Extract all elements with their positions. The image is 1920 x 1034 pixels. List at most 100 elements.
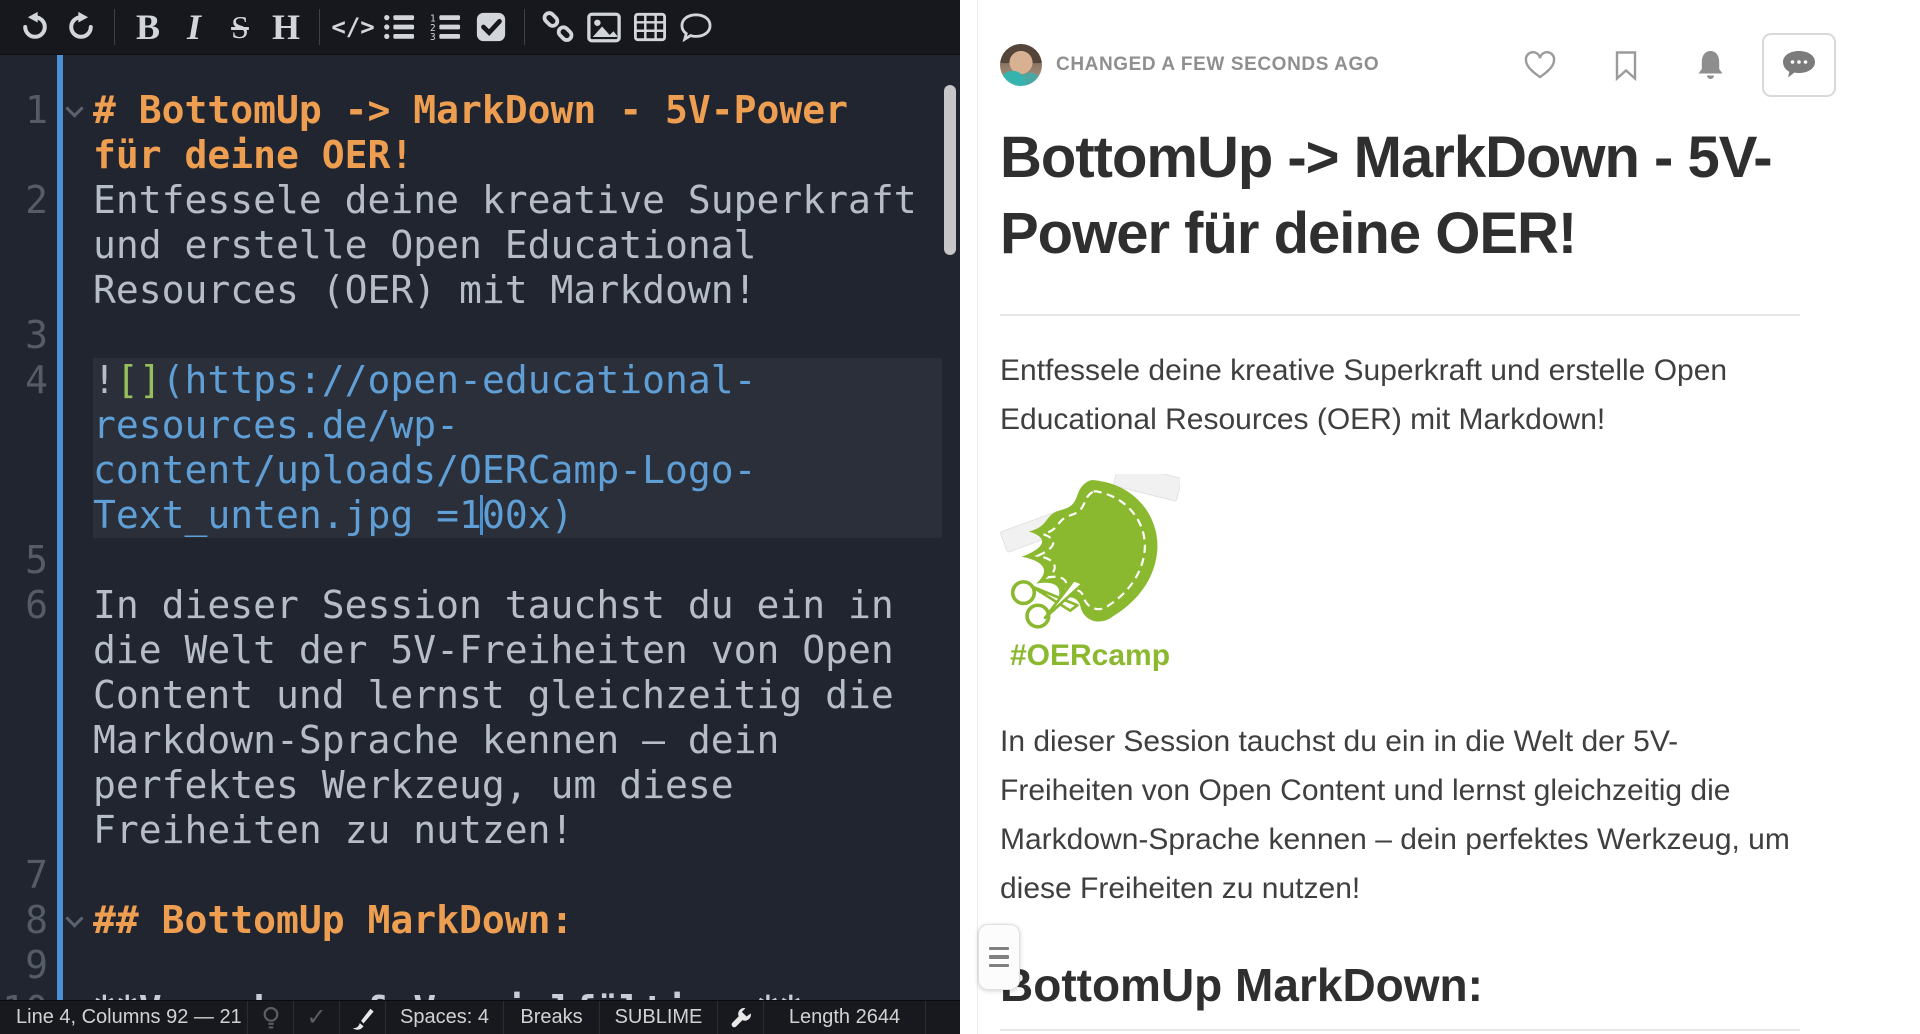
link-button[interactable] — [535, 5, 581, 49]
editor-line[interactable]: 8## BottomUp MarkDown: — [0, 898, 960, 943]
syntax-segment: ! — [93, 358, 116, 402]
editor-line-text[interactable]: # BottomUp -> MarkDown - 5V-Power für de… — [93, 88, 942, 178]
svg-text:3: 3 — [430, 32, 436, 42]
editor-line[interactable]: 10 **Verwahren & Vervielfältigen** — [0, 988, 960, 1000]
bookmark-button[interactable] — [1613, 50, 1639, 81]
toolbar-separator — [114, 9, 115, 45]
task-list-icon — [475, 11, 507, 43]
line-number: 10 — [0, 988, 48, 1000]
table-button[interactable] — [627, 5, 673, 49]
editor-line-text[interactable]: ![](https://open-educational-resources.d… — [93, 358, 942, 538]
line-number: 5 — [0, 538, 48, 583]
editor-scrollbar-thumb[interactable] — [944, 85, 956, 255]
app-window: B I S H </> 123 — [0, 0, 1920, 1034]
like-button[interactable] — [1523, 50, 1557, 80]
preview-header: CHANGED A FEW SECONDS AGO — [1000, 32, 1836, 98]
editor-toolbar: B I S H </> 123 — [0, 0, 960, 55]
editor-line[interactable]: 6 In dieser Session tauchst du ein in die… — [0, 583, 960, 853]
linebreak-setting[interactable]: Breaks — [504, 1001, 600, 1034]
theme-toggle[interactable] — [340, 1001, 386, 1034]
editor-line-text[interactable]: In dieser Session tauchst du ein in die … — [93, 583, 942, 853]
spellcheck-toggle[interactable]: ✓ — [294, 1001, 340, 1034]
code-button[interactable]: </> — [330, 5, 376, 49]
section-heading: BottomUp MarkDown: — [1000, 957, 1800, 1031]
notifications-button[interactable] — [1695, 49, 1726, 81]
editor-line-text[interactable]: **Verwahren & Vervielfältigen** — [93, 988, 942, 1000]
header-icons — [1523, 49, 1726, 81]
editor-pane: B I S H </> 123 — [0, 0, 960, 1034]
doc-length-status: Length 2644 — [764, 1001, 926, 1034]
editor-statusbar: Line 4, Columns 92 — 21 ✓ Spaces: 4 Brea… — [0, 1000, 960, 1034]
redo-button[interactable] — [58, 5, 104, 49]
last-changed-label: CHANGED A FEW SECONDS AGO — [1056, 54, 1379, 76]
image-button[interactable] — [581, 5, 627, 49]
syntax-segment: # BottomUp -> MarkDown - 5V-Power für de… — [93, 88, 871, 177]
syntax-segment: **Verwahren & Vervielfältigen** — [93, 988, 802, 1000]
check-icon: ✓ — [306, 1003, 326, 1032]
chat-bubble-icon — [1780, 49, 1818, 81]
editor-line[interactable]: 1 # BottomUp -> MarkDown - 5V-Power für d… — [0, 88, 960, 178]
fold-chevron-icon[interactable] — [65, 909, 83, 927]
undo-button[interactable] — [12, 5, 58, 49]
syntax-segment: Entfessele deine kreative Superkraft und… — [93, 178, 940, 312]
table-icon — [634, 12, 666, 42]
oercamp-flame-icon — [1000, 474, 1180, 634]
editor-line-text[interactable]: ## BottomUp MarkDown: — [93, 898, 942, 943]
lightbulb-icon — [262, 1006, 280, 1030]
hint-toggle[interactable] — [248, 1001, 294, 1034]
line-number: 9 — [0, 943, 48, 988]
toolbar-separator — [319, 9, 320, 45]
code-editor[interactable]: 1 # BottomUp -> MarkDown - 5V-Power für d… — [0, 55, 960, 1000]
keymap-setting[interactable]: SUBLIME — [600, 1001, 718, 1034]
fold-chevron-icon[interactable] — [65, 99, 83, 117]
syntax-segment: In dieser Session tauchst du ein in die … — [93, 583, 917, 852]
preferences-button[interactable] — [718, 1001, 764, 1034]
editor-line[interactable]: 4 ![](https://open-educational-resources.… — [0, 358, 960, 538]
redo-icon — [65, 11, 97, 43]
comment-button[interactable] — [673, 5, 719, 49]
editor-line-text[interactable]: Entfessele deine kreative Superkraft und… — [93, 178, 942, 313]
ordered-list-icon: 123 — [429, 12, 461, 42]
indent-setting[interactable]: Spaces: 4 — [386, 1001, 504, 1034]
comment-icon — [679, 12, 713, 42]
unordered-list-button[interactable] — [376, 5, 422, 49]
bold-icon: B — [136, 9, 160, 45]
editor-line[interactable]: 2 Entfessele deine kreative Superkraft un… — [0, 178, 960, 313]
editor-line[interactable]: 7 — [0, 853, 960, 898]
bookmark-icon — [1613, 50, 1639, 81]
editor-line[interactable]: 5 — [0, 538, 960, 583]
editor-line[interactable]: 3 — [0, 313, 960, 358]
editor-line-text[interactable] — [93, 313, 942, 358]
comments-panel-button[interactable] — [1762, 33, 1836, 97]
task-list-button[interactable] — [468, 5, 514, 49]
strikethrough-icon: S — [231, 11, 249, 43]
italic-button[interactable]: I — [171, 5, 217, 49]
panel-resize-handle[interactable] — [978, 924, 1020, 990]
line-number: 4 — [0, 358, 48, 403]
strikethrough-button[interactable]: S — [217, 5, 263, 49]
page-title: BottomUp -> MarkDown - 5V-Power für dein… — [1000, 120, 1800, 316]
image-icon — [587, 12, 621, 43]
code-icon: </> — [331, 13, 374, 41]
hamburger-icon — [989, 955, 1009, 959]
paintbrush-icon — [351, 1006, 375, 1030]
line-number: 6 — [0, 583, 48, 628]
bell-icon — [1695, 49, 1726, 81]
session-paragraph: In dieser Session tauchst du ein in die … — [1000, 717, 1795, 913]
heading-button[interactable]: H — [263, 5, 309, 49]
line-number: 1 — [0, 88, 48, 133]
ordered-list-button[interactable]: 123 — [422, 5, 468, 49]
editor-line-text[interactable] — [93, 538, 942, 583]
editor-line[interactable]: 9 — [0, 943, 960, 988]
cursor-position-status: Line 4, Columns 92 — 21 — [0, 1001, 248, 1034]
scissors-icon — [1013, 580, 1083, 627]
intro-paragraph: Entfessele deine kreative Superkraft und… — [1000, 346, 1795, 444]
preview-pane: CHANGED A FEW SECONDS AGO BottomUp — [960, 0, 1920, 1034]
bold-button[interactable]: B — [125, 5, 171, 49]
line-number: 2 — [0, 178, 48, 223]
editor-line-text[interactable] — [93, 853, 942, 898]
avatar[interactable] — [1000, 44, 1042, 86]
editor-line-text[interactable] — [93, 943, 942, 988]
syntax-segment: 00x) — [482, 493, 574, 537]
heading-icon: H — [272, 9, 300, 45]
